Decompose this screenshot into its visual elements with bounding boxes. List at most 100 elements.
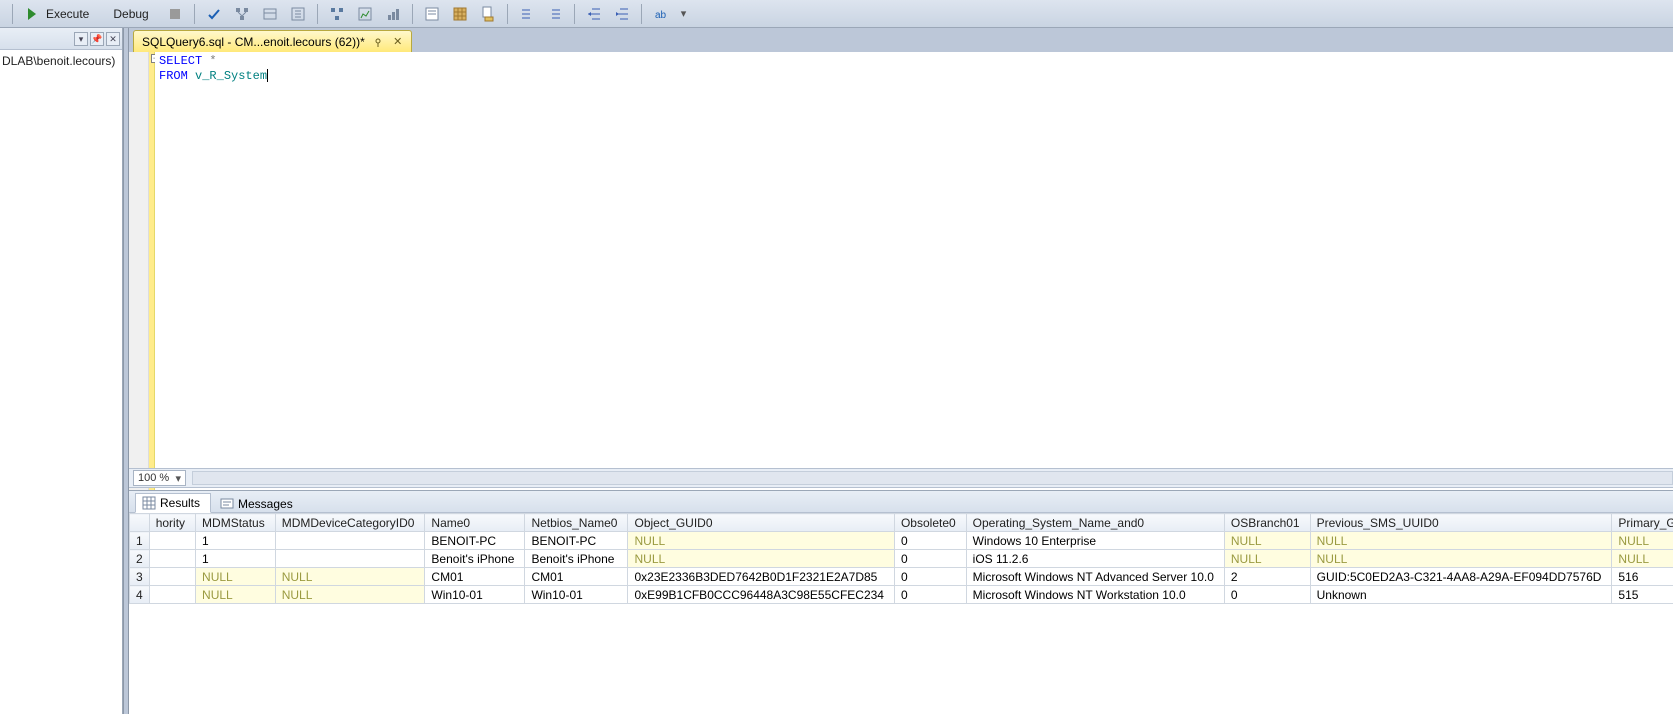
row-number-cell[interactable]: 1 bbox=[130, 532, 150, 550]
panel-pin-button[interactable]: 📌 bbox=[90, 32, 104, 46]
results-grid[interactable]: horityMDMStatusMDMDeviceCategoryID0Name0… bbox=[129, 513, 1673, 714]
panel-dropdown-button[interactable]: ▾ bbox=[74, 32, 88, 46]
cell[interactable]: CM01 bbox=[525, 568, 628, 586]
cell[interactable]: CM01 bbox=[425, 568, 525, 586]
cell[interactable]: NULL bbox=[1612, 550, 1673, 568]
debug-button[interactable]: Debug bbox=[102, 3, 159, 25]
cell[interactable]: 1 bbox=[196, 532, 276, 550]
cell[interactable]: Unknown bbox=[1310, 586, 1612, 604]
cell[interactable]: NULL bbox=[628, 532, 894, 550]
cell[interactable] bbox=[149, 586, 195, 604]
intellisense-button[interactable] bbox=[285, 3, 311, 25]
cell[interactable]: iOS 11.2.6 bbox=[966, 550, 1224, 568]
toolbar-overflow-button[interactable]: ▾ bbox=[676, 3, 692, 25]
client-stats-button[interactable] bbox=[380, 3, 406, 25]
cell[interactable]: NULL bbox=[275, 586, 425, 604]
uncomment-button[interactable] bbox=[542, 3, 568, 25]
tab-pin-icon[interactable] bbox=[371, 35, 385, 49]
cell[interactable]: 515 bbox=[1612, 586, 1673, 604]
column-header[interactable]: Name0 bbox=[425, 514, 525, 532]
column-header[interactable]: Object_GUID0 bbox=[628, 514, 894, 532]
decrease-indent-button[interactable] bbox=[581, 3, 607, 25]
cell[interactable]: NULL bbox=[196, 586, 276, 604]
parse-button[interactable] bbox=[201, 3, 227, 25]
column-header[interactable]: Operating_System_Name_and0 bbox=[966, 514, 1224, 532]
cell[interactable]: 516 bbox=[1612, 568, 1673, 586]
tab-messages[interactable]: Messages bbox=[213, 493, 304, 513]
cell[interactable]: 2 bbox=[1224, 568, 1310, 586]
chevron-down-icon: ▾ bbox=[173, 472, 183, 485]
cell[interactable]: NULL bbox=[628, 550, 894, 568]
comment-button[interactable] bbox=[514, 3, 540, 25]
results-to-grid-button[interactable] bbox=[447, 3, 473, 25]
sql-editor[interactable]: SELECT * FROM v_R_System bbox=[155, 52, 1673, 492]
cell[interactable] bbox=[275, 532, 425, 550]
cell[interactable]: 0 bbox=[894, 586, 966, 604]
actual-plan-button[interactable] bbox=[324, 3, 350, 25]
object-explorer-tree[interactable]: DLAB\benoit.lecours) bbox=[0, 50, 122, 714]
document-tab[interactable]: SQLQuery6.sql - CM...enoit.lecours (62))… bbox=[133, 30, 412, 52]
tab-close-icon[interactable]: ✕ bbox=[391, 35, 405, 49]
cell[interactable]: Microsoft Windows NT Workstation 10.0 bbox=[966, 586, 1224, 604]
row-number-cell[interactable]: 3 bbox=[130, 568, 150, 586]
query-options-button[interactable] bbox=[257, 3, 283, 25]
cell[interactable]: NULL bbox=[1310, 550, 1612, 568]
cell[interactable]: BENOIT-PC bbox=[525, 532, 628, 550]
live-stats-button[interactable] bbox=[352, 3, 378, 25]
cell[interactable]: NULL bbox=[1310, 532, 1612, 550]
panel-close-button[interactable]: ✕ bbox=[106, 32, 120, 46]
cell[interactable] bbox=[149, 532, 195, 550]
cell[interactable]: Windows 10 Enterprise bbox=[966, 532, 1224, 550]
table-row[interactable]: 11BENOIT-PCBENOIT-PCNULL0Windows 10 Ente… bbox=[130, 532, 1673, 550]
table-row[interactable]: 4NULLNULLWin10-01Win10-010xE99B1CFB0CCC9… bbox=[130, 586, 1673, 604]
cell[interactable]: 0 bbox=[1224, 586, 1310, 604]
zoom-combo[interactable]: 100 % ▾ bbox=[133, 470, 186, 486]
cell[interactable]: NULL bbox=[1224, 532, 1310, 550]
cell[interactable]: 0 bbox=[894, 532, 966, 550]
cell[interactable]: 0 bbox=[894, 568, 966, 586]
column-header[interactable]: Obsolete0 bbox=[894, 514, 966, 532]
cell[interactable]: 0x23E2336B3DED7642B0D1F2321E2A7D85 bbox=[628, 568, 894, 586]
cell[interactable]: Benoit's iPhone bbox=[425, 550, 525, 568]
cell[interactable]: GUID:5C0ED2A3-C321-4AA8-A29A-EF094DD7576… bbox=[1310, 568, 1612, 586]
cell[interactable]: BENOIT-PC bbox=[425, 532, 525, 550]
main-area: SQLQuery6.sql - CM...enoit.lecours (62))… bbox=[129, 28, 1673, 714]
cell[interactable]: 0xE99B1CFB0CCC96448A3C98E55CFEC234 bbox=[628, 586, 894, 604]
cell[interactable]: 0 bbox=[894, 550, 966, 568]
cell[interactable]: NULL bbox=[1224, 550, 1310, 568]
execute-button[interactable]: Execute bbox=[19, 3, 100, 25]
column-header[interactable]: MDMDeviceCategoryID0 bbox=[275, 514, 425, 532]
editor-status-strip: 100 % ▾ bbox=[129, 468, 1673, 488]
row-number-cell[interactable]: 4 bbox=[130, 586, 150, 604]
cell[interactable]: Benoit's iPhone bbox=[525, 550, 628, 568]
cell[interactable]: 1 bbox=[196, 550, 276, 568]
cell[interactable] bbox=[275, 550, 425, 568]
cell[interactable]: NULL bbox=[196, 568, 276, 586]
stop-button[interactable] bbox=[162, 3, 188, 25]
tab-results[interactable]: Results bbox=[135, 493, 211, 513]
cell[interactable]: Win10-01 bbox=[525, 586, 628, 604]
cell[interactable] bbox=[149, 550, 195, 568]
cell[interactable]: Win10-01 bbox=[425, 586, 525, 604]
editor-horizontal-scrollbar[interactable] bbox=[192, 471, 1673, 485]
column-header[interactable]: Primary_Group_ID0 bbox=[1612, 514, 1673, 532]
table-row[interactable]: 21Benoit's iPhoneBenoit's iPhoneNULL0iOS… bbox=[130, 550, 1673, 568]
column-header[interactable]: MDMStatus bbox=[196, 514, 276, 532]
results-table[interactable]: horityMDMStatusMDMDeviceCategoryID0Name0… bbox=[129, 513, 1673, 604]
row-number-cell[interactable]: 2 bbox=[130, 550, 150, 568]
column-header[interactable]: Netbios_Name0 bbox=[525, 514, 628, 532]
column-header[interactable]: Previous_SMS_UUID0 bbox=[1310, 514, 1612, 532]
cell[interactable]: NULL bbox=[275, 568, 425, 586]
cell[interactable]: NULL bbox=[1612, 532, 1673, 550]
connection-node[interactable]: DLAB\benoit.lecours) bbox=[2, 54, 120, 68]
column-header[interactable]: OSBranch01 bbox=[1224, 514, 1310, 532]
results-to-file-button[interactable] bbox=[475, 3, 501, 25]
column-header[interactable]: hority bbox=[149, 514, 195, 532]
estimated-plan-button[interactable] bbox=[229, 3, 255, 25]
specify-values-button[interactable]: ab bbox=[648, 3, 674, 25]
results-to-text-button[interactable] bbox=[419, 3, 445, 25]
cell[interactable] bbox=[149, 568, 195, 586]
table-row[interactable]: 3NULLNULLCM01CM010x23E2336B3DED7642B0D1F… bbox=[130, 568, 1673, 586]
cell[interactable]: Microsoft Windows NT Advanced Server 10.… bbox=[966, 568, 1224, 586]
increase-indent-button[interactable] bbox=[609, 3, 635, 25]
